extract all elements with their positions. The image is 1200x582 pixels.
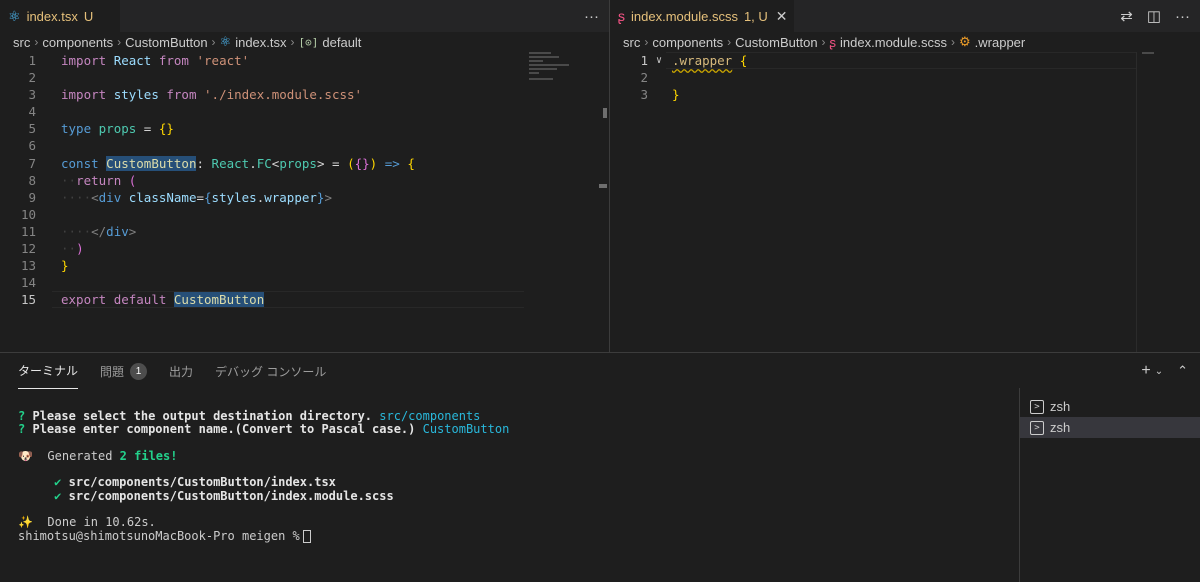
minimap[interactable] [1136,52,1200,352]
code-line: 9 ····<div className={styles.wrapper}> [28,189,332,205]
left-tab-actions: ··· [584,0,599,32]
terminal-line: 🐶 Generated 2 files! [18,448,178,463]
terminal-item-zsh[interactable]: > zsh [1020,417,1200,438]
breadcrumb-item-symbol[interactable]: .wrapper [975,35,1026,50]
scrollbar-marker [599,184,607,188]
chevron-right-icon: › [290,35,295,49]
code-line: 10 [20,206,36,222]
code-line: 8 ··return ( [28,172,137,188]
class-icon: ⚙ [959,34,971,49]
chevron-down-icon[interactable]: ⌄ [1155,366,1163,377]
chevron-right-icon: › [34,35,39,49]
panel-actions: + ⌄ ⌃ [1141,353,1188,389]
tab-output[interactable]: 出力 [169,353,193,389]
tab-title: index.tsx [26,8,78,24]
sass-icon: ʂ [618,8,625,24]
terminal-item-zsh[interactable]: > zsh [1020,396,1200,417]
chevron-right-icon: › [644,35,649,49]
terminal-line: ✨ Done in 10.62s. [18,515,156,530]
breadcrumb: src › components › CustomButton › ʂ inde… [610,32,1200,52]
panel-tab-bar: ターミナル 問題 1 出力 デバッグ コンソール [0,353,326,389]
chevron-up-icon[interactable]: ⌃ [1177,363,1188,379]
code-line: 2 [640,70,648,86]
terminal-line: ? Please enter component name.(Convert t… [18,422,510,437]
code-editor-left[interactable]: 1 import React from 'react' 2 3 import sty… [0,52,609,352]
chevron-right-icon: › [727,35,732,49]
breadcrumb: src › components › CustomButton › ⚛ inde… [0,32,609,52]
right-tab-bar: ʂ index.module.scss 1, U ✕ ⇄ ◫ ··· [610,0,1200,32]
minimap[interactable] [524,52,609,352]
tab-title: index.module.scss [631,8,738,24]
terminal-icon: > [1030,420,1044,435]
chevron-down-icon: ∨ [656,55,663,66]
tab-debug-console[interactable]: デバッグ コンソール [215,353,326,389]
split-editor-icon[interactable]: ◫ [1147,7,1161,25]
code-line: 2 [28,70,36,86]
code-editor-right[interactable]: 1 ∨ .wrapper { 2 3} [610,52,1200,352]
right-tab-actions: ⇄ ◫ ··· [1120,0,1190,32]
code-line: 7 const CustomButton: React.FC<props> = (… [28,155,415,171]
code-line: 13} [20,258,69,274]
close-icon[interactable]: ✕ [776,8,788,25]
react-icon: ⚛ [219,34,232,49]
terminal-line: ✔ src/components/CustomButton/index.tsx [54,475,336,490]
new-terminal-icon[interactable]: + [1141,362,1150,380]
left-tab-bar: ⚛ index.tsx U ··· [0,0,609,32]
breadcrumb-item-src[interactable]: src [623,35,640,50]
code-line: 11 ····</div> [20,223,137,239]
terminal-list: > zsh > zsh [1019,388,1200,582]
chevron-right-icon: › [211,35,216,49]
react-icon: ⚛ [8,8,21,24]
terminal-prompt: shimotsu@shimotsunoMacBook-Pro meigen % [18,529,509,543]
breadcrumb-item-src[interactable]: src [13,35,30,50]
tab-status: 1, U [743,8,768,24]
chevron-right-icon: › [117,35,122,49]
bottom-panel: ターミナル 問題 1 出力 デバッグ コンソール + ⌄ ⌃ ? Please s… [0,352,1200,582]
code-lines: 1 import React from 'react' 2 3 import sty… [0,52,524,308]
more-actions-icon[interactable]: ··· [584,8,599,25]
code-line: 12 ··) [20,241,84,257]
breadcrumb-item-custombutton[interactable]: CustomButton [735,35,817,50]
code-line: 4 [28,104,36,120]
chevron-right-icon: › [821,35,826,49]
right-editor-pane: ʂ index.module.scss 1, U ✕ ⇄ ◫ ··· src ›… [610,0,1200,352]
compare-changes-icon[interactable]: ⇄ [1120,7,1133,25]
terminal-line: ✔ src/components/CustomButton/index.modu… [54,488,394,503]
left-editor-pane: ⚛ index.tsx U ··· src › components › Cus… [0,0,609,352]
current-line-highlight [666,52,1136,69]
scrollbar-marker [603,108,607,118]
terminal-line: ? Please select the output destination d… [18,409,481,423]
code-line: 5 type props = {} [28,121,174,137]
breadcrumb-item-components[interactable]: components [652,35,723,50]
terminal-output[interactable]: ? Please select the output destination d… [18,409,510,543]
code-line: 1 import React from 'react' [28,53,250,68]
breadcrumb-item-file[interactable]: index.module.scss [840,35,947,50]
code-line: 3 import styles from './index.module.scss… [28,87,363,103]
variable-icon: [⊙] [298,35,319,49]
terminal-cursor [302,529,311,543]
code-line: 6 [28,138,36,154]
code-line: 3} [640,87,680,103]
breadcrumb-item-custombutton[interactable]: CustomButton [125,35,207,50]
tab-index-tsx[interactable]: ⚛ index.tsx U [0,0,120,32]
terminal-icon: > [1030,399,1044,414]
tab-index-module-scss[interactable]: ʂ index.module.scss 1, U ✕ [610,0,794,32]
problems-count-badge: 1 [130,362,148,380]
code-line: 15 export default CustomButton [20,292,265,308]
breadcrumb-item-file[interactable]: index.tsx [235,35,286,50]
breadcrumb-item-symbol[interactable]: default [322,35,361,50]
more-actions-icon[interactable]: ··· [1175,8,1190,25]
tab-status: U [83,8,94,24]
code-line: 14 [20,275,36,291]
tab-problems[interactable]: 問題 1 [100,353,148,389]
chevron-right-icon: › [951,35,955,49]
tab-terminal[interactable]: ターミナル [18,353,79,389]
breadcrumb-item-components[interactable]: components [42,35,113,50]
sass-icon: ʂ [829,34,837,50]
